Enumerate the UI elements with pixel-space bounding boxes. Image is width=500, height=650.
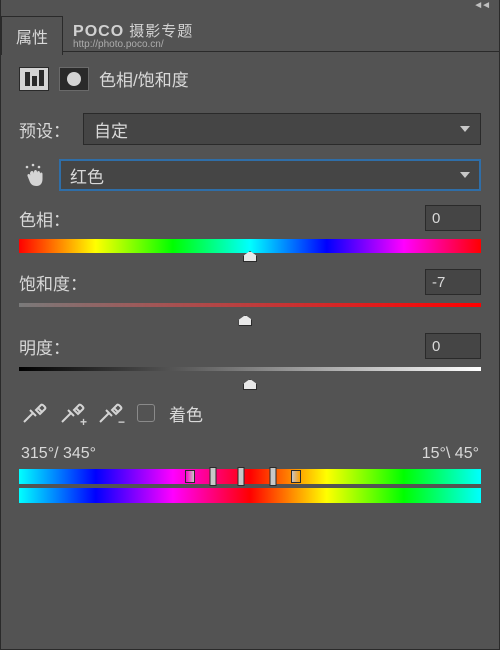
range-falloff-left[interactable] — [185, 470, 195, 483]
range-falloff-right[interactable] — [291, 470, 301, 483]
targeted-adjustment-tool-icon[interactable] — [19, 161, 49, 189]
range-left-label: 315°/ 345° — [21, 445, 96, 463]
saturation-value-input[interactable] — [425, 269, 481, 295]
lightness-value-input[interactable] — [425, 333, 481, 359]
range-handle-1[interactable] — [210, 467, 217, 486]
range-handle-3[interactable] — [270, 467, 277, 486]
range-right-label: 15°\ 45° — [422, 445, 479, 463]
eyedropper-subtract-icon[interactable]: − — [95, 399, 123, 427]
watermark: POCO 摄影专题 http://photo.poco.cn/ — [73, 20, 193, 50]
range-bar-top[interactable] — [19, 469, 481, 484]
chevron-down-icon — [460, 172, 470, 178]
lightness-label: 明度： — [19, 334, 70, 359]
layer-mask-icon[interactable] — [59, 67, 89, 91]
saturation-label: 饱和度： — [19, 270, 87, 295]
lightness-slider[interactable] — [19, 367, 481, 381]
channel-select[interactable]: 红色 — [59, 159, 481, 191]
panel-title: 色相/饱和度 — [99, 66, 189, 91]
eyedropper-icon[interactable] — [19, 399, 47, 427]
eyedropper-add-icon[interactable]: + — [57, 399, 85, 427]
hue-value-input[interactable] — [425, 205, 481, 231]
chevron-down-icon — [460, 126, 470, 132]
range-handle-2[interactable] — [237, 467, 244, 486]
colorize-checkbox[interactable] — [137, 404, 155, 422]
preset-label: 预设： — [19, 117, 73, 142]
saturation-slider-thumb[interactable] — [238, 315, 252, 326]
adjustment-type-icon — [19, 67, 49, 91]
lightness-slider-thumb[interactable] — [243, 379, 257, 390]
hue-label: 色相： — [19, 206, 70, 231]
saturation-slider[interactable] — [19, 303, 481, 317]
preset-select[interactable]: 自定 — [83, 113, 481, 145]
panel-collapse-button[interactable]: ◄◄ — [1, 0, 499, 18]
range-bar-bottom — [19, 488, 481, 503]
colorize-label: 着色 — [169, 401, 203, 426]
tab-properties[interactable]: 属性 — [1, 16, 63, 55]
hue-slider[interactable] — [19, 239, 481, 253]
